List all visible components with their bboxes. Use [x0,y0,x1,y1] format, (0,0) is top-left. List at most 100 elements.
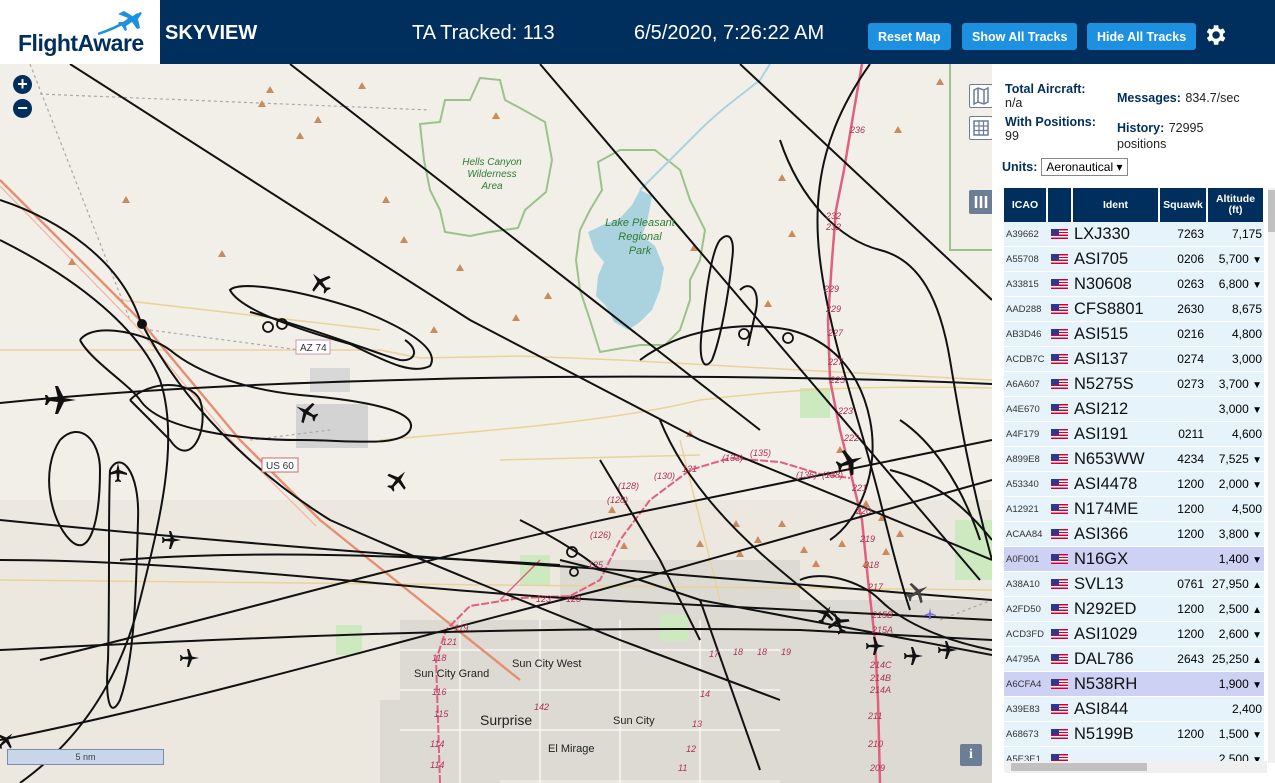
col-altitude[interactable]: Altitude (ft) [1207,188,1265,222]
table-row[interactable]: A6A607 N5275S 0273 3,700 ▼ [1004,371,1264,397]
row-squawk: 0761 [1159,571,1207,597]
table-row[interactable]: A12921 N174ME 1200 4,500 [1004,496,1264,522]
svg-text:115: 115 [434,709,449,719]
table-row[interactable]: A2FD50 N292ED 1200 2,500 ▲ [1004,596,1264,622]
table-row[interactable]: AB3D46 ASI515 0216 4,800 [1004,321,1264,347]
row-ident: N30608 [1072,271,1159,297]
row-ident: N292ED [1072,596,1159,622]
svg-text:(130): (130) [654,471,675,481]
columns-toggle-button[interactable] [969,190,992,214]
us-flag-icon [1051,478,1068,489]
row-altitude: 2,500 ▲ [1207,596,1264,622]
svg-text:Area: Area [480,181,503,192]
table-row[interactable]: A38A10 SVL13 0761 27,950 ▲ [1004,571,1264,597]
row-flag [1047,471,1072,497]
table-scrollbar-horizontal[interactable] [1005,761,1267,773]
row-flag [1047,271,1072,297]
table-row[interactable]: A899E8 N653WW 4234 7,525 ▼ [1004,446,1264,472]
gear-icon[interactable] [1202,22,1228,48]
row-ident: ASI844 [1072,696,1159,722]
reset-map-button[interactable]: Reset Map [868,23,951,50]
table-row[interactable]: A4795A DAL786 2643 25,250 ▲ [1004,646,1264,672]
table-row[interactable]: A53340 ASI4478 1200 2,000 ▼ [1004,471,1264,497]
zoom-in-button[interactable]: + [13,75,32,94]
stats-left: Total Aircraft: n/a With Positions: 99 [1005,82,1115,143]
table-row[interactable]: A39E83 ASI844 2,400 [1004,696,1264,722]
units-control: Units: Aeronautical ▾ [1002,158,1128,176]
altitude-trend-icon: ▼ [1252,455,1262,466]
svg-text:AZ 74: AZ 74 [300,343,327,354]
hide-all-tracks-button[interactable]: Hide All Tracks [1087,23,1197,50]
svg-text:121: 121 [442,637,457,647]
col-icao[interactable]: ICAO [1004,188,1048,222]
row-icao: A12921 [1004,496,1047,522]
row-squawk [1159,696,1207,722]
row-ident: ASI4478 [1072,471,1159,497]
row-ident: ASI366 [1072,521,1159,547]
svg-text:131: 131 [682,464,697,474]
altitude-trend-icon: ▼ [1252,730,1262,741]
row-icao: A0F001 [1004,546,1047,572]
table-row[interactable]: A4E670 ASI212 3,000 ▼ [1004,396,1264,422]
table-row[interactable]: A33815 N30608 0263 6,800 ▼ [1004,271,1264,297]
row-flag [1047,521,1072,547]
table-row[interactable]: A68673 N5199B 1200 1,500 ▼ [1004,721,1264,747]
svg-text:214C: 214C [869,660,892,670]
info-button[interactable]: i [960,744,982,766]
map-grid-button[interactable] [969,116,992,140]
table-row[interactable]: A6CFA4 N538RH 1,900 ▼ [1004,671,1264,697]
map-canvas[interactable]: 236 232 232 229 229 227 227 225 223 222 … [0,64,992,783]
map-layers-button[interactable] [969,84,992,108]
col-flag[interactable] [1047,188,1073,222]
svg-text:211: 211 [867,711,882,721]
svg-text:El Mirage: El Mirage [548,743,594,755]
row-ident: N5275S [1072,371,1159,397]
table-row[interactable]: A55708 ASI705 0206 5,700 ▼ [1004,246,1264,272]
row-ident: ASI515 [1072,321,1159,347]
altitude-trend-icon: ▼ [1252,405,1262,416]
row-altitude: 8,675 [1207,296,1264,322]
units-select-value: Aeronautical [1046,160,1114,174]
total-aircraft-value: n/a [1005,96,1023,110]
altitude-value: 4,500 [1231,502,1262,516]
show-all-tracks-button[interactable]: Show All Tracks [962,23,1078,50]
row-ident: ASI212 [1072,396,1159,422]
row-flag [1047,246,1072,272]
us-flag-icon [1051,328,1068,339]
table-row[interactable]: ACD3FD ASI1029 1200 2,600 ▼ [1004,621,1264,647]
row-altitude: 3,700 ▼ [1207,371,1264,397]
row-altitude: 6,800 ▼ [1207,271,1264,297]
us-flag-icon [1051,628,1068,639]
us-flag-icon [1051,553,1068,564]
table-row[interactable]: A4F179 ASI191 0211 4,600 [1004,421,1264,447]
us-flag-icon [1051,428,1068,439]
svg-text:229: 229 [823,284,839,294]
table-scrollbar-vertical[interactable] [1268,188,1275,763]
table-row[interactable]: A0F001 N16GX 1,400 ▼ [1004,546,1264,572]
table-row[interactable]: A39662 LXJ330 7263 7,175 [1004,222,1264,247]
altitude-trend-icon: ▼ [1252,530,1262,541]
units-select[interactable]: Aeronautical ▾ [1041,158,1128,176]
zoom-out-button[interactable]: − [13,99,32,118]
row-squawk: 1200 [1159,721,1207,747]
svg-text:(128): (128) [607,495,628,505]
svg-text:221: 221 [851,483,867,493]
table-row[interactable]: AAD288 CFS8801 2630 8,675 [1004,296,1264,322]
tracked-count: TA Tracked: 113 [412,22,555,44]
col-squawk[interactable]: Squawk [1159,188,1208,222]
col-ident[interactable]: Ident [1072,188,1160,222]
table-row[interactable]: ACDB7C ASI137 0274 3,000 [1004,346,1264,372]
table-row[interactable]: ACAA84 ASI366 1200 3,800 ▼ [1004,521,1264,547]
row-altitude: 4,500 [1207,496,1264,522]
svg-text:219: 219 [859,534,875,544]
row-flag [1047,396,1072,422]
row-ident: N538RH [1072,671,1159,697]
us-flag-icon [1051,678,1068,689]
flightaware-logo[interactable]: FlightAware [0,0,160,64]
altitude-value: 2,600 [1218,627,1249,641]
row-altitude: 1,400 ▼ [1207,546,1264,572]
svg-text:222: 222 [843,433,859,443]
row-icao: A6A607 [1004,371,1047,397]
altitude-trend-icon: ▼ [1252,630,1262,641]
row-flag [1047,546,1072,572]
